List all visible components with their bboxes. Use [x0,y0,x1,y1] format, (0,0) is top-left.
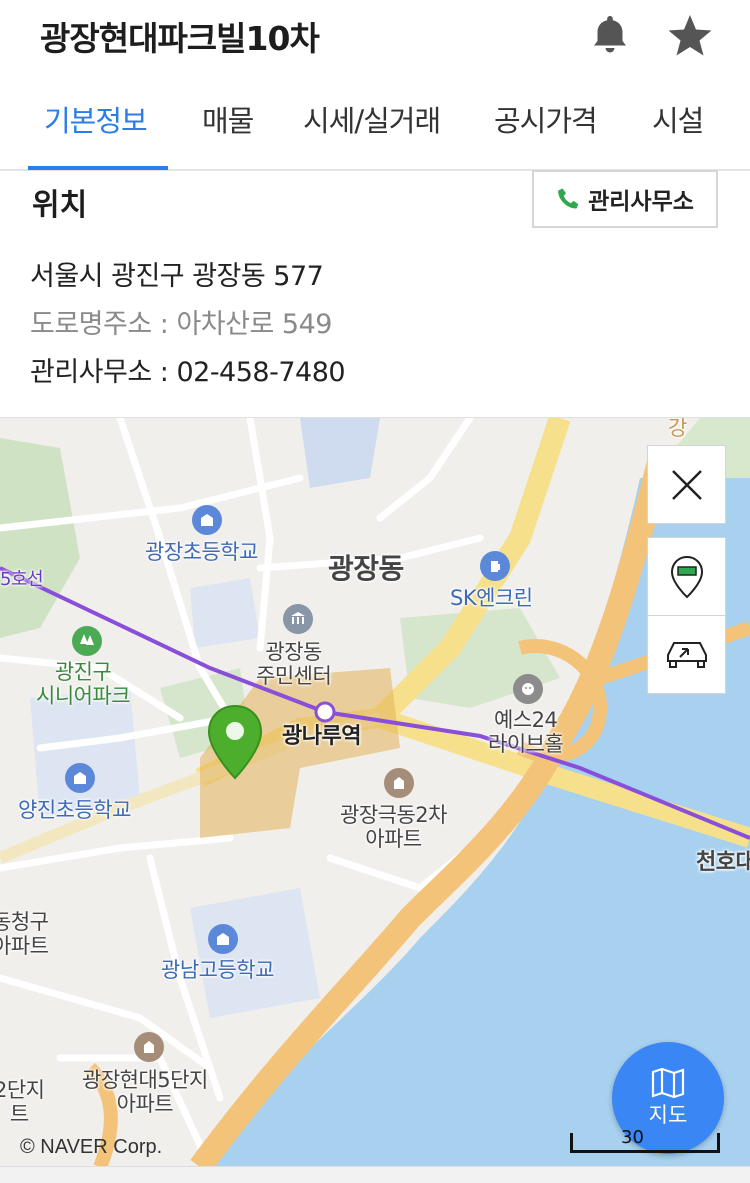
apartment-icon [384,768,414,798]
map-marker-toggle-button[interactable] [647,537,726,616]
map-label-station[interactable]: 광나루역 [282,724,361,749]
road-address: 도로명주소 : 아차산로 549 [30,309,332,340]
gas-station-icon [480,551,510,581]
school-icon-2 [65,763,95,793]
map-label-school-3[interactable]: 광남고등학교 [161,958,274,982]
tab-listings[interactable]: 매물 [202,98,254,140]
location-marker-icon[interactable] [206,704,264,780]
government-icon [283,604,313,634]
close-icon [671,469,702,500]
car-route-icon [666,641,707,668]
address: 서울시 광진구 광장동 577 [30,261,324,292]
map-label-danji: 2단지 트 [0,1078,45,1127]
bottom-edge [0,1166,750,1183]
map-label-school-2[interactable]: 양진초등학교 [18,798,131,822]
map-label-district: 광장동 [328,552,404,585]
map-icon [651,1067,685,1099]
map-label-river-edge: 강 [668,417,687,440]
map-label-community-center[interactable]: 광장동 주민센터 [256,640,332,688]
tab-prices[interactable]: 시세/실거래 [303,98,441,140]
school-icon [192,505,222,535]
location-title: 위치 [32,188,88,223]
map-directions-button[interactable] [647,615,726,694]
page-title: 광장현대파크빌10차 [40,19,320,58]
map-label-gas-station[interactable]: SK엔크린 [450,586,533,610]
office-phone: 관리사무소 : 02-458-7480 [30,357,346,388]
map-scale-bar: 30 [570,1127,720,1153]
map-label-park[interactable]: 광진구 시니어파크 [36,660,131,708]
office-call-button[interactable]: 관리사무소 [532,170,718,228]
open-map-label: 지도 [648,1103,688,1127]
bell-icon[interactable] [588,12,632,56]
header: 광장현대파크빌10차 [0,0,750,76]
map-label-cheonho: 천호대 [696,850,750,875]
park-icon [72,626,102,656]
map-label-apartment-1[interactable]: 광장극동2차 아파트 [340,803,447,851]
map-view[interactable]: 광장초등학교 광장동 SK엔크린 5호선 광진구 시니어파크 광장동 주민센터 … [0,417,750,1166]
map-marker-icon [670,555,703,599]
office-button-label: 관리사무소 [588,189,694,215]
tab-bar: 기본정보 매물 시세/실거래 공시가격 시설 [0,88,750,171]
map-label-apartment-2[interactable]: 광장현대5단지 아파트 [82,1068,208,1116]
map-close-button[interactable] [647,445,726,524]
star-icon[interactable] [666,12,712,56]
map-copyright: © NAVER Corp. [20,1136,163,1158]
map-label-school[interactable]: 광장초등학교 [145,540,258,564]
map-label-live-hall[interactable]: 예스24 라이브홀 [488,708,564,756]
tab-facilities[interactable]: 시설 [652,98,704,140]
active-tab-indicator [28,166,168,170]
venue-icon [513,674,543,704]
map-scale-label: 30 [621,1127,644,1148]
map-label-subway-line: 5호선 [0,569,44,590]
map-label-dongcheong[interactable]: 동청구 아파트 [0,910,49,958]
apartment-icon-2 [134,1032,164,1062]
phone-icon [558,188,579,209]
tab-official-price[interactable]: 공시가격 [494,98,598,140]
school-icon-3 [208,924,238,954]
tab-basic-info[interactable]: 기본정보 [44,98,148,140]
